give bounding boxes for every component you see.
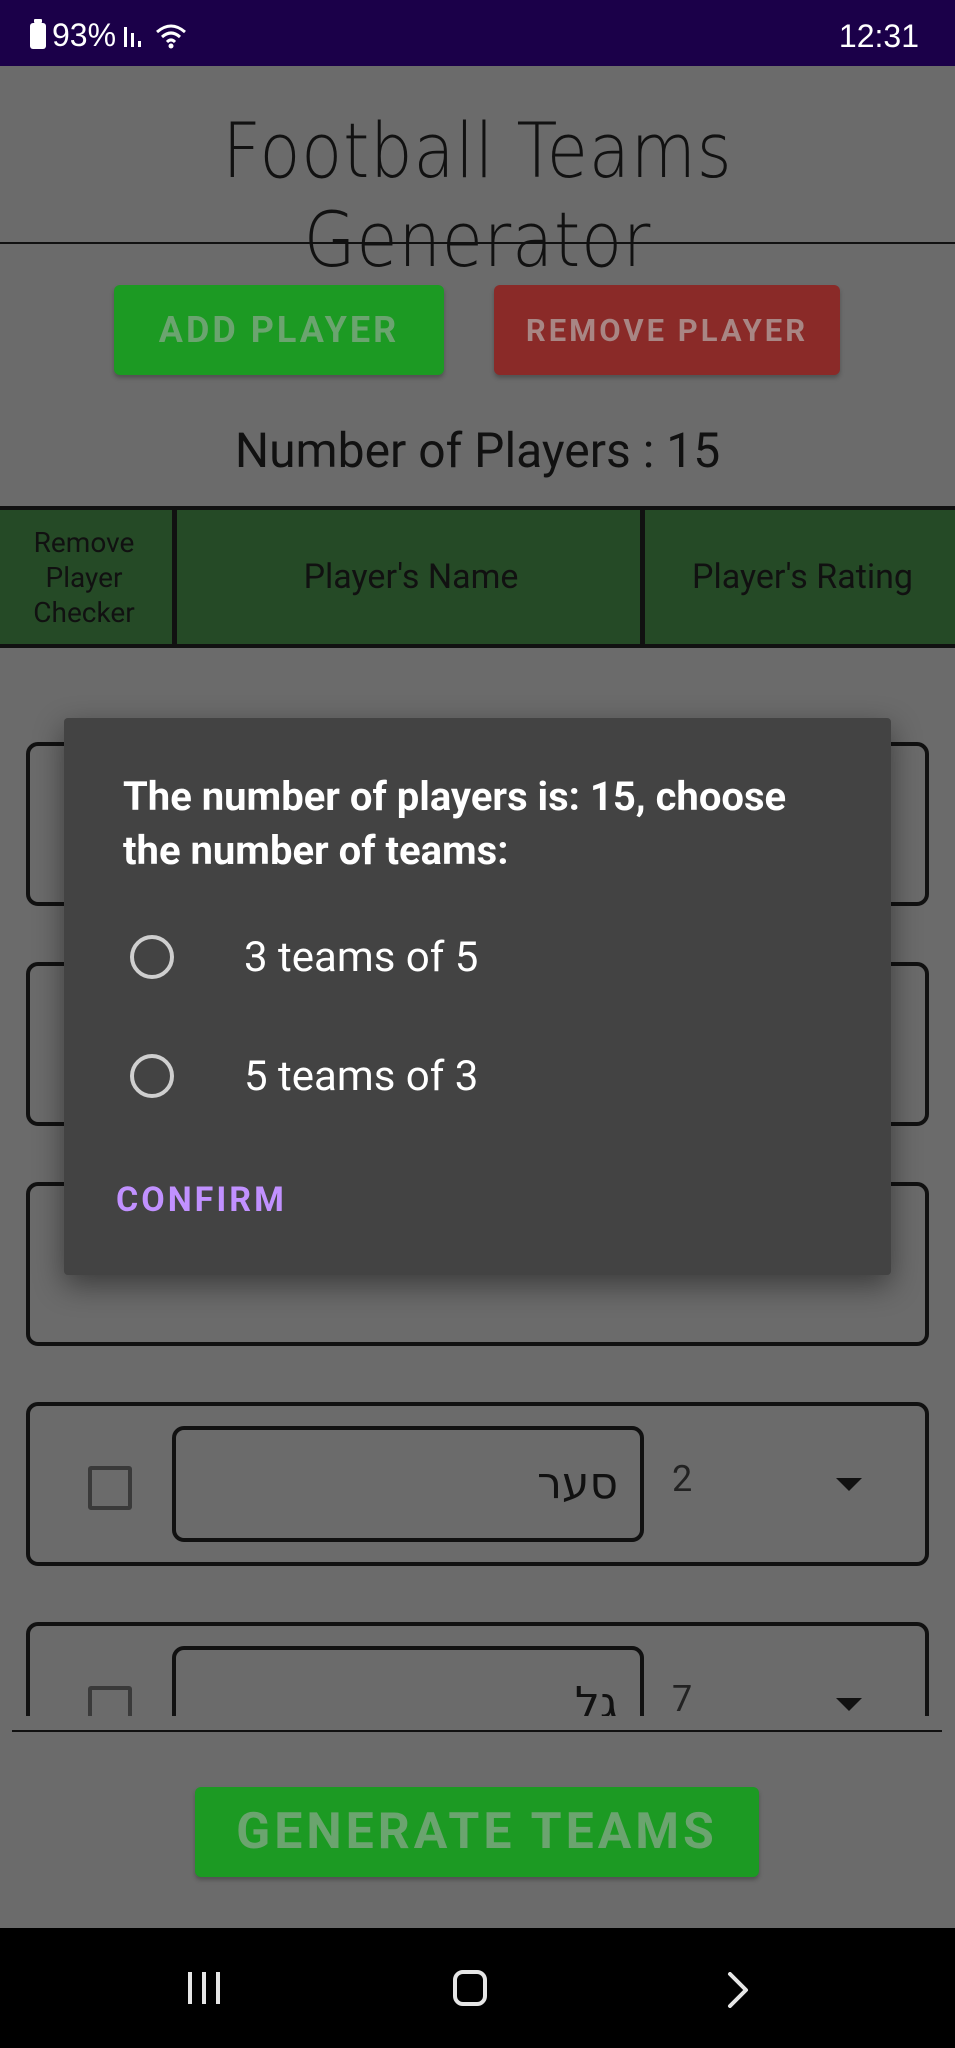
generate-teams-button[interactable]: GENERATE TEAMS [195, 1787, 759, 1877]
title-divider [0, 242, 955, 244]
player-name-field[interactable]: סער [172, 1426, 644, 1542]
back-icon[interactable] [720, 1972, 756, 2008]
battery-level: 93% [52, 17, 117, 53]
remove-checkbox[interactable] [88, 1686, 132, 1716]
status-left: 93% [30, 17, 188, 54]
option-label[interactable]: 3 teams of 5 [244, 933, 478, 982]
remove-player-button[interactable]: REMOVE PLAYER [494, 285, 840, 375]
remove-checkbox[interactable] [88, 1466, 132, 1510]
header-player-rating: Player's Rating [640, 510, 955, 644]
battery-icon [30, 18, 46, 49]
recent-apps-icon[interactable] [188, 1972, 226, 2004]
player-count: Number of Players : 15 [234, 422, 721, 479]
option-label[interactable]: 5 teams of 3 [244, 1052, 478, 1101]
header-remove-checker: Remove Player Checker [33, 525, 135, 629]
home-icon[interactable] [453, 1970, 487, 2006]
header-player-name: Player's Name [172, 510, 645, 644]
add-player-button[interactable]: ADD PLAYER [114, 285, 444, 375]
option-5-teams[interactable]: 5 teams of 3 [126, 1036, 826, 1116]
navigation-bar [0, 1928, 955, 2048]
confirm-button[interactable]: CONFIRM [116, 1180, 287, 1220]
radio-button[interactable] [130, 1054, 174, 1098]
rating-value[interactable]: 7 [672, 1678, 692, 1716]
player-row: סער 2 [26, 1402, 929, 1566]
team-count-dialog: The number of players is: 15, choose the… [64, 718, 891, 1275]
dropdown-icon[interactable] [836, 1698, 862, 1711]
dialog-title: The number of players is: 15, choose the… [123, 773, 787, 874]
status-bar: 93% 12:31 [0, 0, 955, 66]
player-name-field[interactable]: גל [172, 1646, 644, 1716]
option-3-teams[interactable]: 3 teams of 5 [126, 917, 826, 997]
table-header: Remove Player Checker Player's Name Play… [0, 506, 955, 648]
clock: 12:31 [838, 18, 919, 54]
radio-button[interactable] [130, 935, 174, 979]
player-row: גל 7 [26, 1622, 929, 1716]
signal-icon [124, 26, 142, 47]
app-title: Football Teams Generator [222, 106, 733, 284]
rating-value[interactable]: 2 [672, 1458, 692, 1500]
wifi-icon [156, 24, 187, 48]
dropdown-icon[interactable] [836, 1478, 862, 1491]
bottom-divider [12, 1730, 942, 1732]
